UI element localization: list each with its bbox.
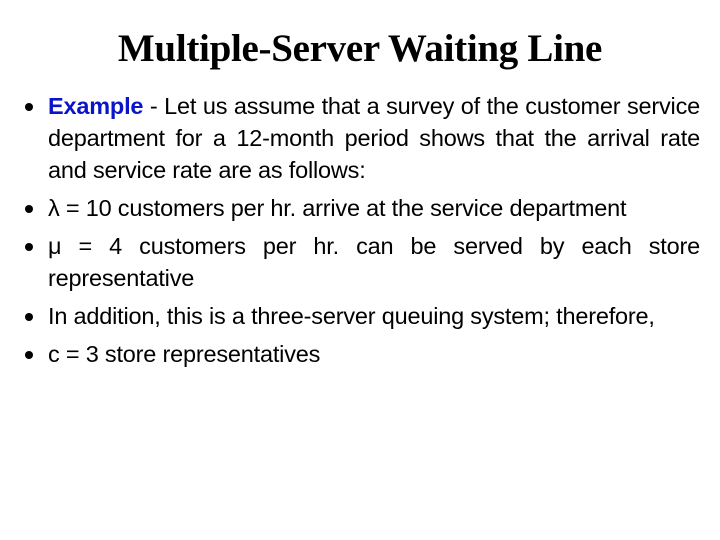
bullet-text: μ = 4 customers per hr. can be served by… bbox=[48, 233, 700, 291]
bullet-icon bbox=[25, 205, 33, 213]
bullet-text: - Let us assume that a survey of the cus… bbox=[48, 93, 700, 183]
bullet-icon bbox=[25, 351, 33, 359]
bullet-icon bbox=[25, 313, 33, 321]
bullet-item-server-count: c = 3 store representatives bbox=[22, 338, 700, 370]
bullet-icon bbox=[25, 103, 33, 111]
bullet-icon bbox=[25, 243, 33, 251]
bullet-text: In addition, this is a three-server queu… bbox=[48, 303, 655, 329]
slide: Multiple-Server Waiting Line Example - L… bbox=[0, 0, 720, 540]
bullet-text: c = 3 store representatives bbox=[48, 341, 321, 367]
slide-title: Multiple-Server Waiting Line bbox=[117, 27, 603, 70]
bullet-item-service-rate: μ = 4 customers per hr. can be served by… bbox=[22, 230, 700, 294]
example-label: Example bbox=[48, 93, 144, 119]
bullet-list: Example - Let us assume that a survey of… bbox=[22, 90, 700, 376]
bullet-text: λ = 10 customers per hr. arrive at the s… bbox=[48, 195, 627, 221]
bullet-item-arrival-rate: λ = 10 customers per hr. arrive at the s… bbox=[22, 192, 700, 224]
bullet-item-three-server: In addition, this is a three-server queu… bbox=[22, 300, 700, 332]
bullet-item-example: Example - Let us assume that a survey of… bbox=[22, 90, 700, 186]
